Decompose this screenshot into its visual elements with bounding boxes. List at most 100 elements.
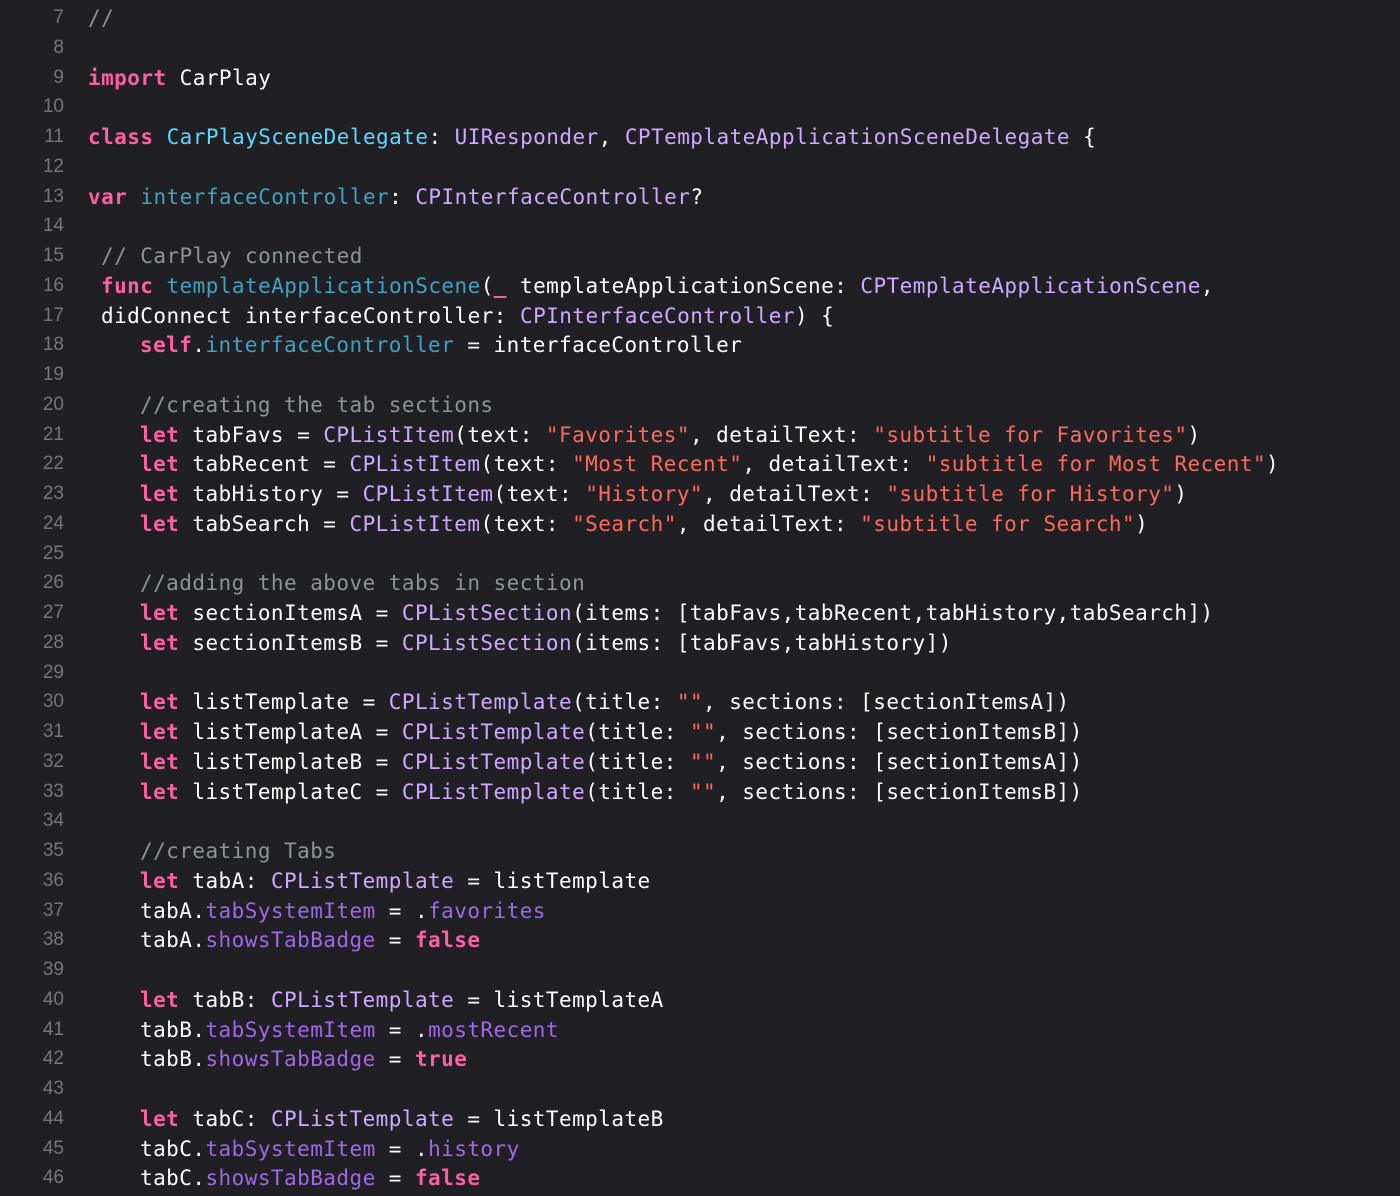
code-line[interactable]: 31 let listTemplateA = CPListTemplate(tit… — [0, 717, 1400, 747]
code-token-comment: // — [88, 6, 115, 30]
code-token-keyword: let — [140, 690, 180, 715]
code-line[interactable]: 32 let listTemplateB = CPListTemplate(tit… — [0, 747, 1400, 777]
code-text: let tabRecent = CPListItem(text: "Most R… — [140, 449, 1279, 479]
code-line[interactable]: 39 — [0, 955, 1400, 985]
line-number: 22 — [42, 453, 64, 475]
code-token-plain: sectionItemsB = — [179, 630, 402, 655]
code-text: let tabHistory = CPListItem(text: "Histo… — [140, 479, 1188, 509]
code-line[interactable]: 35 //creating Tabs — [0, 836, 1400, 866]
code-line[interactable]: 40 let tabB: CPListTemplate = listTemplat… — [0, 985, 1400, 1015]
code-token-plain: tabSearch = — [179, 511, 350, 536]
code-line[interactable]: 36 let tabA: CPListTemplate = listTemplat… — [0, 866, 1400, 896]
code-line[interactable]: 13 var interfaceController: CPInterfaceCo… — [0, 182, 1400, 212]
code-token-type: CPListTemplate — [388, 690, 573, 715]
code-text: tabA.tabSystemItem = .favorites — [140, 896, 546, 926]
code-token-plain: (items: [tabFavs,tabHistory]) — [572, 630, 952, 655]
code-text: let listTemplate = CPListTemplate(title:… — [140, 687, 1070, 717]
code-line[interactable]: 37 tabA.tabSystemItem = .favorites — [0, 896, 1400, 926]
line-number: 17 — [42, 304, 64, 326]
code-line[interactable]: 23 let tabHistory = CPListItem(text: "His… — [0, 479, 1400, 509]
code-line[interactable]: 29 — [0, 658, 1400, 688]
code-text: let tabB: CPListTemplate = listTemplateA — [140, 985, 664, 1015]
code-line[interactable]: 21 let tabFavs = CPListItem(text: "Favori… — [0, 420, 1400, 450]
line-number: 27 — [42, 602, 64, 623]
line-number: 15 — [42, 245, 64, 266]
code-line[interactable]: 28 let sectionItemsB = CPListSection(item… — [0, 628, 1400, 658]
code-token-type: CPInterfaceController — [415, 184, 691, 209]
code-line[interactable]: 41 tabB.tabSystemItem = .mostRecent — [0, 1015, 1400, 1045]
code-token-plain: { — [1070, 125, 1097, 149]
code-line[interactable]: 8 — [0, 33, 1400, 63]
code-token-type: CPListTemplate — [270, 987, 455, 1012]
code-line[interactable]: 46 tabC.showsTabBadge = false — [0, 1163, 1400, 1193]
code-line[interactable]: 22 let tabRecent = CPListItem(text: "Most… — [0, 449, 1400, 479]
code-text: self.interfaceController = interfaceCont… — [140, 330, 742, 360]
code-line[interactable]: 26 //adding the above tabs in section — [0, 568, 1400, 598]
code-text: //creating Tabs — [140, 836, 336, 866]
code-token-plain: tabB: — [179, 987, 271, 1012]
code-line[interactable]: 30 let listTemplate = CPListTemplate(titl… — [0, 687, 1400, 717]
code-token-keyword: let — [140, 868, 180, 893]
code-token-plain: listTemplateB = — [179, 749, 402, 774]
code-text: import CarPlay — [88, 63, 271, 93]
code-line[interactable]: 33 let listTemplateC = CPListTemplate(tit… — [0, 777, 1400, 807]
code-line[interactable]: 17 didConnect interfaceController: CPInte… — [0, 301, 1400, 331]
code-text: // — [88, 3, 114, 33]
code-token-plain: tabFavs = — [179, 422, 324, 447]
code-token-plain: ? — [690, 184, 704, 209]
code-line[interactable]: 38 tabA.showsTabBadge = false — [0, 925, 1400, 955]
line-number: 37 — [42, 899, 64, 921]
code-line[interactable]: 42 tabB.showsTabBadge = true — [0, 1044, 1400, 1074]
code-token-plain: : — [428, 125, 455, 149]
code-token-type: CPListTemplate — [270, 868, 455, 893]
code-token-plain: (text: — [454, 422, 546, 447]
code-token-plain: tabB. — [140, 1047, 206, 1072]
code-line[interactable]: 43 — [0, 1074, 1400, 1104]
code-line[interactable]: 15 // CarPlay connected — [0, 241, 1400, 271]
code-line[interactable]: 24 let tabSearch = CPListItem(text: "Sear… — [0, 509, 1400, 539]
code-line[interactable]: 25 — [0, 539, 1400, 569]
code-line[interactable]: 11 class CarPlaySceneDelegate: UIResponde… — [0, 122, 1400, 152]
code-token-type: UIResponder — [454, 125, 599, 149]
code-token-plain: listTemplateA = — [179, 720, 402, 744]
code-line[interactable]: 27 let sectionItemsA = CPListSection(item… — [0, 598, 1400, 628]
line-number: 20 — [42, 393, 64, 415]
code-line[interactable]: 44 let tabC: CPListTemplate = listTemplat… — [0, 1104, 1400, 1134]
code-token-declaration-other: interfaceController — [140, 184, 390, 209]
code-line[interactable]: 10 — [0, 92, 1400, 122]
code-token-plain: (title: — [585, 779, 690, 804]
code-token-plain: tabC. — [140, 1166, 206, 1191]
line-number: 41 — [42, 1018, 64, 1040]
code-token-string: "" — [689, 749, 717, 774]
code-line[interactable]: 7 // — [0, 3, 1400, 33]
code-token-type: CPListTemplate — [270, 1106, 455, 1131]
code-token-plain: tabB. — [140, 1017, 206, 1042]
line-number: 46 — [42, 1167, 64, 1189]
code-line[interactable]: 19 — [0, 360, 1400, 390]
code-token-keyword: let — [140, 511, 180, 536]
code-line[interactable]: 14 — [0, 211, 1400, 241]
code-token-keyword: func — [101, 273, 154, 298]
code-line[interactable]: 34 — [0, 806, 1400, 836]
code-token-plain: (text: — [493, 482, 586, 506]
code-line[interactable]: 12 — [0, 152, 1400, 182]
code-token-plain: ( — [480, 273, 494, 298]
code-line[interactable]: 16 func templateApplicationScene(_ templa… — [0, 271, 1400, 301]
code-text: //adding the above tabs in section — [140, 568, 585, 598]
code-token-property: showsTabBadge — [205, 1166, 376, 1191]
line-number: 38 — [42, 929, 64, 951]
code-token-string: "subtitle for Most Recent" — [925, 452, 1267, 477]
code-token-type: CPListTemplate — [401, 749, 586, 774]
code-token-keyword: let — [140, 482, 180, 506]
code-line[interactable]: 45 tabC.tabSystemItem = .history — [0, 1134, 1400, 1164]
code-line[interactable]: 18 self.interfaceController = interfaceCo… — [0, 330, 1400, 360]
code-token-property: showsTabBadge — [205, 928, 376, 953]
code-line[interactable]: 9 import CarPlay — [0, 63, 1400, 93]
code-token-keyword: import — [88, 65, 167, 90]
code-editor[interactable]: 7 // 8 9 import CarPlay 10 11 class CarPlayScen… — [0, 0, 1400, 1196]
line-number: 19 — [42, 364, 64, 385]
code-line[interactable]: 20 //creating the tab sections — [0, 390, 1400, 420]
line-number: 11 — [44, 126, 64, 147]
code-token-plain: (title: — [585, 720, 690, 744]
